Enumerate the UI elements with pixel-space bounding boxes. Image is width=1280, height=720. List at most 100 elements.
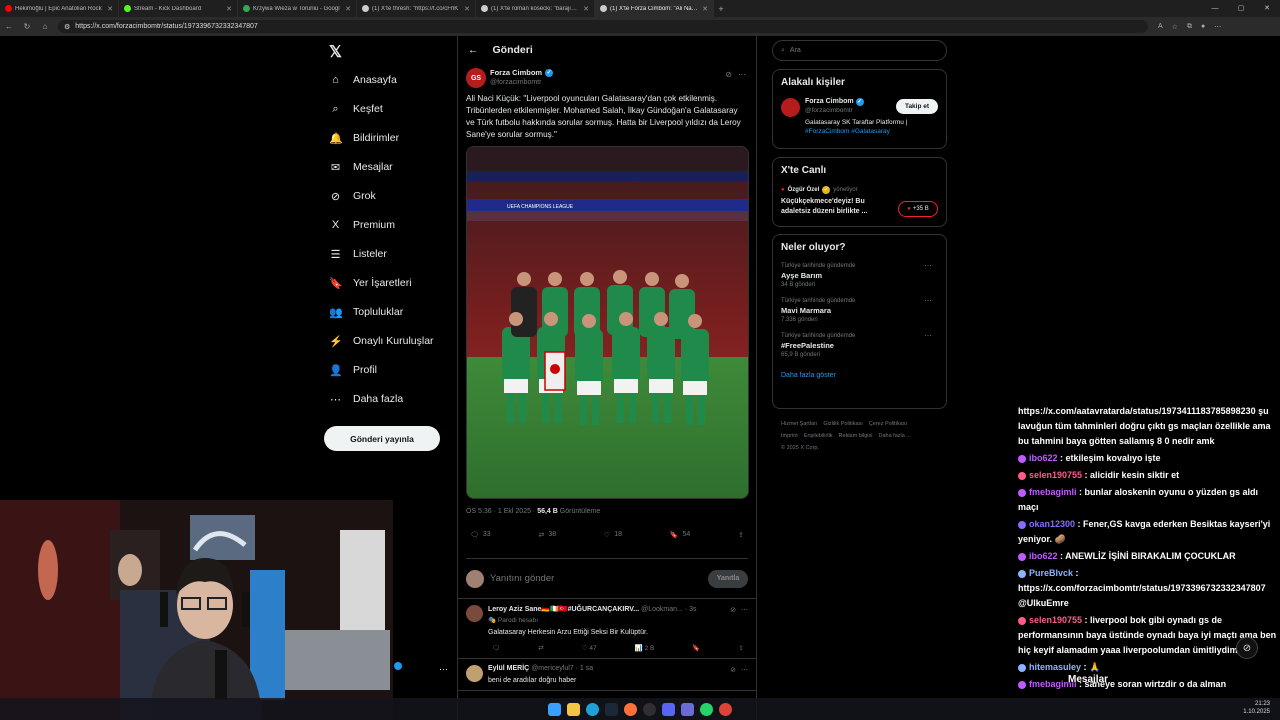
nav-item-listeler[interactable]: ☰ Listeler [329, 243, 387, 265]
footer-link[interactable]: Erişilebilirlik [804, 433, 833, 439]
obs-icon[interactable] [643, 702, 656, 716]
grok-icon[interactable]: ⊘ [725, 70, 732, 79]
post-timestamp[interactable]: ÖS 5:36 · 1 Ekl 2025 · [466, 508, 537, 515]
nav-item-yer-i-şaretleri[interactable]: 🔖 Yer İşaretleri [329, 272, 412, 294]
back-arrow-icon[interactable]: ← [468, 44, 479, 56]
comment[interactable]: Leroy Aziz Sane🇩🇪🇮🇪🇹🇷#UĞURCANÇAKIRV... @… [458, 599, 756, 659]
nav-item-grok[interactable]: ⊘ Grok [329, 185, 376, 207]
close-tab-icon[interactable]: ✕ [345, 5, 351, 13]
more-options-icon[interactable]: ⋯ [924, 331, 932, 340]
post-image-team-photo[interactable]: UEFA CHAMPIONS LEAGUE [466, 146, 749, 499]
comment-avatar[interactable] [466, 605, 483, 622]
related-avatar[interactable] [781, 98, 800, 117]
comment-avatar[interactable] [466, 665, 483, 682]
nav-item-keşfet[interactable]: ⌕ Keşfet [329, 98, 382, 120]
repost-action[interactable]: ⇄ 38 [538, 531, 556, 539]
comment[interactable]: Eylül MERİÇ @mericeylul7 · 1 sa beni de a… [458, 659, 756, 691]
site-info-icon[interactable]: ⚙ [64, 23, 70, 31]
footer-link[interactable]: Hizmet Şartları [781, 421, 817, 427]
grok-icon[interactable]: ⊘ [730, 606, 736, 614]
nav-item-mesajlar[interactable]: ✉ Mesajlar [329, 156, 393, 178]
more-options-icon[interactable]: ⋯ [741, 606, 748, 614]
related-person[interactable]: Forza Cimbom ✓ @forzacimbomtr Galatasara… [781, 98, 938, 136]
maximize-button[interactable]: ▢ [1228, 0, 1254, 17]
reply-icon[interactable]: 🗨 [492, 644, 500, 652]
related-bio-hashtags[interactable]: #ForzaCimbom #Galatasaray [805, 128, 890, 135]
read-aloud-icon[interactable]: A [1158, 23, 1163, 31]
chat-username[interactable]: selen190755 [1029, 470, 1082, 480]
nav-item-daha-fazla[interactable]: ⋯ Daha fazla [329, 388, 403, 410]
browser-tab[interactable]: Krzywa Wieża w Toruniu - Googl ✕ [238, 0, 357, 17]
more-options-icon[interactable]: ⋯ [924, 296, 932, 305]
x-logo-icon[interactable]: 𝕏 [329, 42, 342, 62]
chat-username[interactable]: fmebagimli [1029, 487, 1077, 497]
comment-author[interactable]: Leroy Aziz Sane🇩🇪🇮🇪🇹🇷#UĞURCANÇAKIRV... @… [488, 605, 696, 613]
close-tab-icon[interactable]: ✕ [702, 5, 708, 13]
search-input[interactable]: ⌕ Ara [772, 40, 947, 61]
browser-menu-icon[interactable]: ⋯ [1214, 23, 1221, 31]
file-explorer-icon[interactable] [567, 702, 580, 716]
author-name[interactable]: Forza Cimbom ✓ [490, 68, 554, 77]
footer-link[interactable]: © 2025 X Corp. [781, 445, 819, 451]
close-window-button[interactable]: ✕ [1254, 0, 1280, 17]
repost-icon[interactable]: ⇄ [538, 644, 543, 652]
footer-link[interactable]: Imprint [781, 433, 798, 439]
browser-tab[interactable]: Stream - Kick Dashboard ✕ [119, 0, 238, 17]
edge-browser-icon[interactable] [586, 702, 599, 716]
app-icon[interactable] [681, 702, 694, 716]
nav-item-profil[interactable]: 👤 Profil [329, 359, 377, 381]
favorite-star-icon[interactable]: ☆ [1172, 23, 1178, 31]
chat-username[interactable]: hitemasuley [1029, 662, 1081, 672]
bookmark-icon[interactable]: 🔖 [692, 644, 700, 652]
new-tab-button[interactable]: + [714, 4, 728, 14]
bookmark-action[interactable]: 🔖 54 [670, 531, 691, 539]
author-avatar[interactable]: GS [466, 68, 486, 88]
grok-icon[interactable]: ⊘ [730, 666, 736, 674]
share-icon[interactable]: ⇪ [738, 531, 744, 539]
like-action[interactable]: ♡ 18 [604, 531, 622, 539]
grok-float-icon[interactable]: ⊘ [1236, 637, 1258, 659]
close-tab-icon[interactable]: ✕ [107, 5, 113, 13]
messages-drawer[interactable]: Mesajlar [1068, 674, 1108, 685]
post-button[interactable]: Gönderi yayınla [324, 426, 440, 451]
reply-action[interactable]: 🗨 33 [470, 531, 491, 539]
nav-item-anasayfa[interactable]: ⌂ Anasayfa [329, 69, 397, 91]
browser-tab[interactable]: (1) X'te roman kosecki: "barajın al ✕ [476, 0, 595, 17]
windows-start-icon[interactable] [548, 702, 561, 716]
chat-username[interactable]: ibo622 [1029, 453, 1058, 463]
chrome-icon[interactable] [719, 702, 732, 716]
more-options-icon[interactable]: ⋯ [741, 666, 748, 674]
footer-link[interactable]: Gizlilik Politikası [823, 421, 862, 427]
footer-link[interactable]: Reklam bilgisi [839, 433, 873, 439]
follow-button[interactable]: Takip et [896, 99, 938, 114]
nav-item-bildirimler[interactable]: 🔔 Bildirimler [329, 127, 399, 149]
author-handle[interactable]: @forzacimbomtr [490, 79, 553, 86]
system-clock[interactable]: 21:23 1.10.2025 [1243, 700, 1270, 716]
extensions-icon[interactable]: ⧉ [1187, 23, 1192, 31]
footer-link[interactable]: Daha fazla ... [878, 433, 910, 439]
url-field[interactable]: ⚙ https://x.com/forzacimbomtr/status/197… [58, 20, 1148, 33]
account-menu-icon[interactable]: ⋯ [439, 664, 448, 675]
more-options-icon[interactable]: ⋯ [924, 261, 932, 270]
nav-item-premium[interactable]: X Premium [329, 214, 395, 236]
show-more-link[interactable]: Daha fazla göster [781, 372, 938, 379]
chat-username[interactable]: PureBlvck [1029, 568, 1073, 578]
nav-item-topluluklar[interactable]: 👥 Topluluklar [329, 301, 403, 323]
reload-icon[interactable]: ↻ [18, 22, 36, 31]
chat-username[interactable]: selen190755 [1029, 615, 1082, 625]
footer-link[interactable]: Çerez Politikası [869, 421, 907, 427]
firefox-icon[interactable] [624, 702, 637, 716]
reply-submit-button[interactable]: Yanıtla [708, 569, 748, 588]
chat-username[interactable]: okan12300 [1029, 519, 1075, 529]
trend-item[interactable]: Türkiye tarihinde gündemde Mavi Marmara 7.… [781, 296, 938, 323]
browser-tab[interactable]: (1) X'te thresh: "https://t.co/cFhK ✕ [357, 0, 476, 17]
chat-username[interactable]: ibo622 [1029, 551, 1058, 561]
comment-author[interactable]: Eylül MERİÇ @mericeylul7 · 1 sa [488, 665, 593, 672]
home-icon[interactable]: ⌂ [36, 22, 54, 31]
trend-item[interactable]: Türkiye tarihinde gündemde #FreePalestine… [781, 331, 938, 358]
share-icon[interactable]: ⇪ [739, 644, 744, 652]
nav-item-onaylı-kuruluşlar[interactable]: ⚡ Onaylı Kuruluşlar [329, 330, 434, 352]
trend-item[interactable]: Türkiye tarihinde gündemde Ayşe Barım 34 B… [781, 261, 938, 288]
close-tab-icon[interactable]: ✕ [226, 5, 232, 13]
live-card[interactable]: X'te Canlı ● Özgür Özel ✓ yönetiyor Küçükçe… [772, 157, 947, 227]
